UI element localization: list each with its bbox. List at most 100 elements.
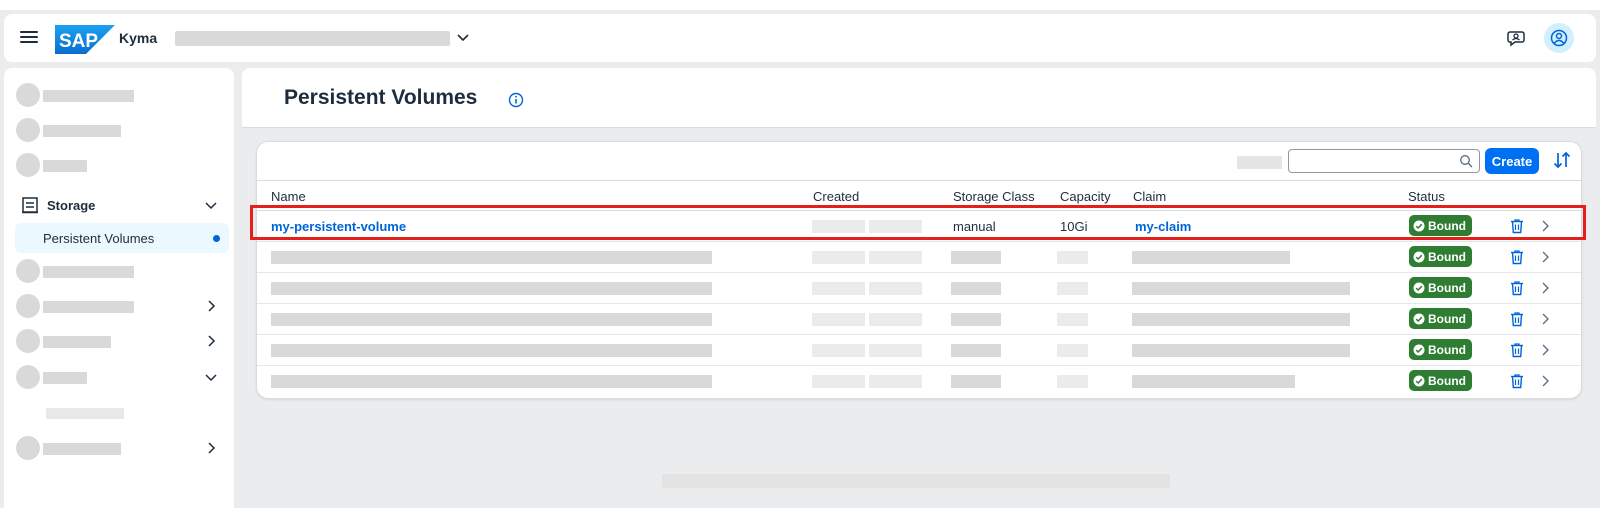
table-row[interactable]: Bound [257,273,1581,304]
table-row[interactable]: Bound [257,366,1581,397]
search-input[interactable] [1288,149,1480,173]
claim-value [1132,344,1350,357]
storage-class-value [951,344,1001,357]
sidebar-subitem[interactable] [46,408,124,419]
status-badge: Bound [1409,277,1472,298]
sidebar-item-label [43,443,121,455]
sidebar-item-persistent-volumes[interactable]: Persistent Volumes [15,223,229,253]
claim-value [1132,251,1290,264]
capacity-value [1057,375,1088,388]
sort-icon[interactable] [1552,150,1572,170]
sidebar-item[interactable] [4,254,234,288]
volume-name [271,313,712,326]
trash-icon[interactable] [1509,311,1525,327]
user-icon [1550,29,1568,47]
search-icon [1460,155,1473,168]
volume-name [271,375,712,388]
column-header-claim[interactable]: Claim [1133,189,1166,204]
table-row[interactable]: my-persistent-volume manual 10Gi my-clai… [257,211,1581,242]
footer-placeholder [662,474,1170,488]
volume-name [271,282,712,295]
status-badge: Bound [1409,215,1472,236]
capacity-value [1057,282,1088,295]
table-row[interactable]: Bound [257,242,1581,273]
sidebar-item-icon [16,365,40,389]
created-date [812,251,865,264]
sidebar-item[interactable] [4,113,234,147]
chevron-down-icon[interactable] [456,30,470,44]
created-date [812,375,865,388]
capacity-value [1057,313,1088,326]
status-badge: Bound [1409,308,1472,329]
created-time [869,313,922,326]
created-date [812,282,865,295]
feedback-icon[interactable] [1506,27,1528,49]
claim-link[interactable]: my-claim [1135,219,1191,234]
sidebar-item[interactable] [4,431,234,465]
storage-class-value [951,282,1001,295]
volume-name-link[interactable]: my-persistent-volume [271,219,406,234]
column-header-storage-class[interactable]: Storage Class [953,189,1035,204]
toolbar-placeholder [1237,156,1282,169]
sidebar-item[interactable] [4,360,234,394]
context-selector[interactable] [175,31,450,46]
sidebar-item-icon [16,259,40,283]
sidebar-item-label [43,90,134,102]
avatar[interactable] [1544,23,1574,53]
sap-logo[interactable]: SAP [55,25,115,54]
chevron-right-icon[interactable] [204,299,218,313]
create-button[interactable]: Create [1485,148,1539,174]
svg-text:SAP: SAP [59,31,98,52]
table-row[interactable]: Bound [257,335,1581,366]
status-badge: Bound [1409,339,1472,360]
shellbar: SAP Kyma [4,14,1596,62]
status-text: Bound [1428,249,1466,264]
chevron-right-icon[interactable] [1539,219,1551,233]
chevron-right-icon[interactable] [204,334,218,348]
check-circle-icon [1413,220,1425,231]
sidebar-item[interactable] [4,78,234,112]
trash-icon[interactable] [1509,218,1525,234]
chevron-right-icon[interactable] [204,441,218,455]
chevron-right-icon[interactable] [1539,250,1551,264]
trash-icon[interactable] [1509,342,1525,358]
trash-icon[interactable] [1509,249,1525,265]
column-header-created[interactable]: Created [813,189,859,204]
column-header-name[interactable]: Name [271,189,306,204]
check-circle-icon [1413,375,1425,386]
column-header-capacity[interactable]: Capacity [1060,189,1111,204]
column-header-status[interactable]: Status [1408,189,1445,204]
trash-icon[interactable] [1509,373,1525,389]
created-date [812,220,865,233]
status-text: Bound [1428,218,1466,233]
storage-class-value [951,313,1001,326]
chevron-down-icon[interactable] [204,370,218,384]
volume-name [271,344,712,357]
sidebar-item[interactable] [4,289,234,323]
page-header: Persistent Volumes [242,68,1596,128]
status-text: Bound [1428,342,1466,357]
sidebar-item-icon [16,153,40,177]
trash-icon[interactable] [1509,280,1525,296]
page-title: Persistent Volumes [284,86,478,109]
capacity-value: 10Gi [1060,219,1088,234]
sidebar-item[interactable] [4,148,234,182]
chevron-right-icon[interactable] [1539,281,1551,295]
info-icon[interactable] [508,92,524,108]
chevron-down-icon[interactable] [204,198,218,212]
sidebar-item-storage[interactable]: Storage [4,188,234,222]
top-strip [0,0,1600,10]
persistent-volumes-table: Create Name Created Storage Class Capaci… [256,141,1582,399]
claim-value [1132,375,1295,388]
chevron-right-icon[interactable] [1539,343,1551,357]
sidebar-item-icon [16,436,40,460]
sidebar-item-label [43,125,121,137]
chevron-right-icon[interactable] [1539,374,1551,388]
sidebar-item[interactable] [4,324,234,358]
chevron-right-icon[interactable] [1539,312,1551,326]
table-row[interactable]: Bound [257,304,1581,335]
created-time [869,344,922,357]
check-circle-icon [1413,251,1425,262]
sidebar: Storage Persistent Volumes [4,68,234,508]
menu-icon[interactable] [20,28,38,48]
